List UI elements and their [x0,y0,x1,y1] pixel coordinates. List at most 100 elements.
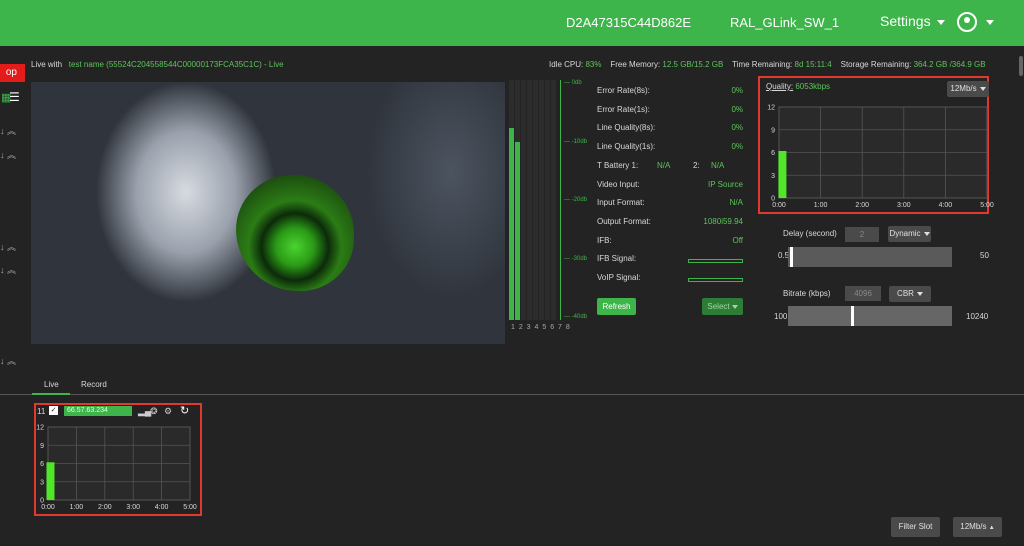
settings-menu[interactable]: Settings [880,13,945,29]
footer-rate-value: 12Mb/s [960,522,987,531]
select-label: Select [707,302,730,311]
audio-meter-7 [545,80,550,320]
refresh-button[interactable]: Refresh [597,298,636,315]
gear-icon[interactable]: ⚙ [164,406,172,417]
modem-ip: 66.57.63.234 [64,406,132,416]
audio-meter-8 [551,80,556,320]
video-subject [236,175,354,291]
stat-label: Error Rate(1s): [597,104,650,114]
device-id: D2A47315C44D862E [566,15,692,30]
chevron-down-icon [916,291,923,296]
award-icon[interactable]: ❂ [150,406,158,417]
audio-meter-level [515,142,520,320]
free-memory-value: 12.5 GB/15.2 GB [662,60,724,69]
stat-value: 1080i59.94 [703,216,743,226]
ifb-signal-bar [688,259,743,263]
system-stats: Idle CPU: 83% Free Memory: 12.5 GB/15.2 … [549,60,986,69]
top-bar: D2A47315C44D862E RAL_GLink_SW_1 Settings [0,0,1024,46]
settings-label: Settings [880,13,931,29]
modem-index: 11 [37,407,46,416]
stat-label: Line Quality(8s): [597,123,656,133]
storage-remaining-value: 364.2 GB /364.9 GB [913,60,986,69]
delay-slider-handle[interactable] [789,247,793,267]
arrow-down-icon[interactable]: ↓ ︽ [0,354,16,367]
audio-meter-level [509,128,514,320]
chevron-down-icon [979,86,986,91]
stop-button[interactable]: op [0,64,25,82]
stat-label: Error Rate(8s): [597,86,650,95]
storage-remaining-label: Storage Remaining: [840,60,912,69]
tab-live-indicator [32,393,70,395]
idle-cpu-value: 83% [585,60,602,69]
arrow-down-icon[interactable]: ↓ ︽ [0,240,16,253]
delay-slider[interactable] [788,247,952,267]
battery-2-value: N/A [711,161,725,170]
stat-value: 0% [731,86,743,95]
chevron-down-icon [936,19,945,25]
stat-value: IP Source [708,179,743,189]
filter-slot-button[interactable]: Filter Slot [891,517,940,537]
audio-meter-4 [527,80,532,320]
refresh-icon[interactable]: ↻ [180,404,189,417]
modem-checkbox[interactable]: ✓ [49,406,58,415]
live-with-label: Live with [31,60,63,69]
delay-label: Delay (second) [783,229,837,238]
stat-value: 0% [731,142,743,152]
stat-label: Output Format: [597,216,651,226]
meter-scale-label: — -40db [564,314,588,320]
meter-scale-label: — 0db [564,80,582,86]
meter-scale-label: — -10db [564,138,588,145]
audio-meter-1 [509,80,514,320]
quality-rate-value: 12Mb/s [950,84,977,93]
arrow-down-icon[interactable]: ↓ ︽ [0,263,16,276]
live-with-info: Live with test name (55524C204558544C000… [31,60,284,69]
tab-live[interactable]: Live [44,380,59,389]
delay-max: 50 [980,251,989,260]
list-icon[interactable]: ☰ [9,90,20,104]
stat-value: 0% [731,123,743,133]
tab-record[interactable]: Record [81,380,107,389]
chevron-down-icon [923,231,930,236]
audio-meter-scale: — 0db — -10db — -20db — -30db — -40db [560,80,590,320]
time-remaining-value: 8d 15:11:4 [794,60,832,69]
stat-label: VoIP Signal: [597,273,641,282]
time-remaining-label: Time Remaining: [732,60,793,69]
quality-rate-select[interactable]: 12Mb/s [947,81,989,97]
audio-meter-2 [515,80,520,320]
delay-mode-value: Dynamic [889,229,921,238]
user-icon[interactable] [957,12,977,32]
bitrate-label: Bitrate (kbps) [783,289,831,298]
delay-input[interactable]: 2 [845,227,879,242]
quality-label: Quality: [766,82,794,91]
bitrate-input[interactable]: 4096 [845,286,881,301]
chevron-up-icon: ▲ [988,525,995,531]
select-button[interactable]: Select [702,298,743,315]
chevron-down-icon[interactable] [986,20,994,25]
arrow-down-icon[interactable]: ↓ ︽ [0,124,16,137]
bitrate-slider[interactable] [788,306,952,326]
stat-label: Video Input: [597,179,640,189]
footer-rate-select[interactable]: 12Mb/s ▲ [953,517,1002,537]
bitrate-max: 10240 [966,312,989,321]
delay-mode-select[interactable]: Dynamic [888,226,931,242]
battery-1-value: N/A [657,161,671,170]
audio-meters [509,80,559,320]
stat-label: T Battery 1: [597,160,639,170]
device-name: RAL_GLink_SW_1 [730,15,840,30]
quality-value: 6053kbps [795,82,831,91]
stat-label: IFB Signal: [597,254,637,264]
tab-divider [0,394,1024,395]
modem-card [34,403,202,516]
scrollbar[interactable] [1019,56,1023,76]
bitrate-slider-handle[interactable] [850,306,854,326]
battery-2-label: 2: [693,161,700,170]
voip-signal-bar [688,278,743,282]
free-memory-label: Free Memory: [610,60,661,69]
stat-value: 0% [731,104,743,114]
audio-meter-5 [533,80,538,320]
audio-meter-6 [539,80,544,320]
bitrate-mode-select[interactable]: CBR [889,286,931,302]
video-preview[interactable]: 🔈 [31,82,505,344]
arrow-down-icon[interactable]: ↓ ︽ [0,148,16,161]
stat-value: N/A [729,198,743,208]
